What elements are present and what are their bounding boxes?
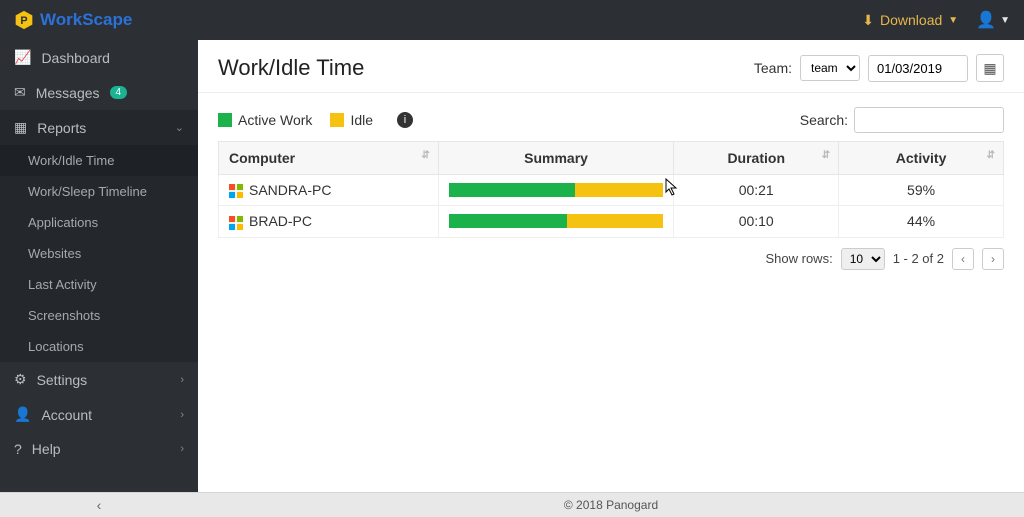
legend-idle-label: Idle [350,112,373,128]
sidebar-subitem-work-sleep[interactable]: Work/Sleep Timeline [0,176,198,207]
sidebar-item-label: Account [41,407,92,423]
table-row[interactable]: BRAD-PC 00:1044% [219,206,1004,237]
sidebar-item-label: Messages [36,85,100,101]
sidebar-item-label: Dashboard [41,50,110,66]
date-input[interactable] [868,55,968,82]
download-label: Download [880,12,942,28]
svg-text:P: P [20,15,27,27]
sidebar: 📈 Dashboard ✉ Messages 4 ▦ Reports ⌄ Wor… [0,40,198,492]
windows-icon [229,184,243,198]
pager: Show rows: 10 1 - 2 of 2 ‹ › [218,248,1004,270]
swatch-active [218,113,232,127]
sidebar-item-dashboard[interactable]: 📈 Dashboard [0,40,198,75]
info-icon[interactable]: i [397,112,413,128]
reports-submenu: Work/Idle Time Work/Sleep Timeline Appli… [0,145,198,362]
cell-summary [438,175,674,206]
chart-icon: 📈 [14,49,31,66]
chevron-right-icon: › [180,443,184,455]
cell-duration: 00:21 [674,175,839,206]
sidebar-item-label: Settings [37,372,88,388]
grid-icon: ▦ [14,119,27,136]
chevron-right-icon: › [180,374,184,386]
sort-icon: ⇵ [987,150,995,161]
col-activity[interactable]: Activity⇵ [839,142,1004,175]
sidebar-subitem-screenshots[interactable]: Screenshots [0,300,198,331]
messages-badge: 4 [110,86,128,99]
cell-duration: 00:10 [674,206,839,237]
footer: ‹ © 2018 Panogard [0,492,1024,517]
sidebar-item-label: Help [32,441,61,457]
team-label: Team: [754,60,792,76]
report-table: Computer⇵ Summary Duration⇵ Activity⇵ SA… [218,141,1004,238]
cell-computer: SANDRA-PC [219,175,439,206]
page-header: Work/Idle Time Team: team ▦ [198,40,1024,93]
next-page-button[interactable]: › [982,248,1004,270]
sort-icon: ⇵ [421,150,429,161]
footer-copyright: © 2018 Panogard [198,498,1024,512]
download-button[interactable]: ⬇ Download ▼ [862,12,958,29]
topbar: P WorkScape ⬇ Download ▼ 👤 ▼ [0,0,1024,40]
search-input[interactable] [854,107,1004,133]
user-icon: 👤 [976,10,996,30]
col-summary[interactable]: Summary [438,142,674,175]
sidebar-item-messages[interactable]: ✉ Messages 4 [0,75,198,110]
table-row[interactable]: SANDRA-PC 00:2159% [219,175,1004,206]
summary-bar [449,214,664,228]
legend-row: Active Work Idle i Search: [218,107,1004,133]
gear-icon: ⚙ [14,371,27,388]
col-computer[interactable]: Computer⇵ [219,142,439,175]
sidebar-item-reports[interactable]: ▦ Reports ⌄ [0,110,198,145]
rows-select[interactable]: 10 [841,248,885,270]
caret-down-icon: ▼ [948,15,958,26]
show-rows-label: Show rows: [765,251,832,266]
sidebar-subitem-applications[interactable]: Applications [0,207,198,238]
sidebar-subitem-websites[interactable]: Websites [0,238,198,269]
sidebar-item-label: Reports [37,120,86,136]
page-range: 1 - 2 of 2 [893,251,944,266]
windows-icon [229,216,243,230]
cell-computer: BRAD-PC [219,206,439,237]
main-content: Work/Idle Time Team: team ▦ Active Work … [198,40,1024,492]
chevron-down-icon: ⌄ [175,121,184,134]
brand-name: WorkScape [40,10,132,30]
cell-summary [438,206,674,237]
grid-view-button[interactable]: ▦ [976,54,1004,82]
sidebar-subitem-locations[interactable]: Locations [0,331,198,362]
sidebar-collapse-button[interactable]: ‹ [0,497,198,513]
col-duration[interactable]: Duration⇵ [674,142,839,175]
prev-page-button[interactable]: ‹ [952,248,974,270]
logo-icon: P [14,10,34,30]
help-icon: ? [14,441,22,457]
cell-activity: 59% [839,175,1004,206]
sidebar-item-help[interactable]: ? Help › [0,432,198,466]
summary-bar [449,183,664,197]
chevron-right-icon: › [180,409,184,421]
sort-icon: ⇵ [822,150,830,161]
mail-icon: ✉ [14,84,26,101]
sidebar-subitem-last-activity[interactable]: Last Activity [0,269,198,300]
sidebar-item-settings[interactable]: ⚙ Settings › [0,362,198,397]
download-icon: ⬇ [862,12,874,29]
user-icon: 👤 [14,406,31,423]
team-select[interactable]: team [800,55,860,81]
legend-active-label: Active Work [238,112,312,128]
search-label: Search: [800,112,848,128]
swatch-idle [330,113,344,127]
caret-down-icon: ▼ [1000,15,1010,26]
sidebar-item-account[interactable]: 👤 Account › [0,397,198,432]
sidebar-subitem-work-idle[interactable]: Work/Idle Time [0,145,198,176]
cell-activity: 44% [839,206,1004,237]
grid-icon: ▦ [983,60,996,77]
user-menu[interactable]: 👤 ▼ [976,10,1010,30]
page-title: Work/Idle Time [218,55,754,81]
